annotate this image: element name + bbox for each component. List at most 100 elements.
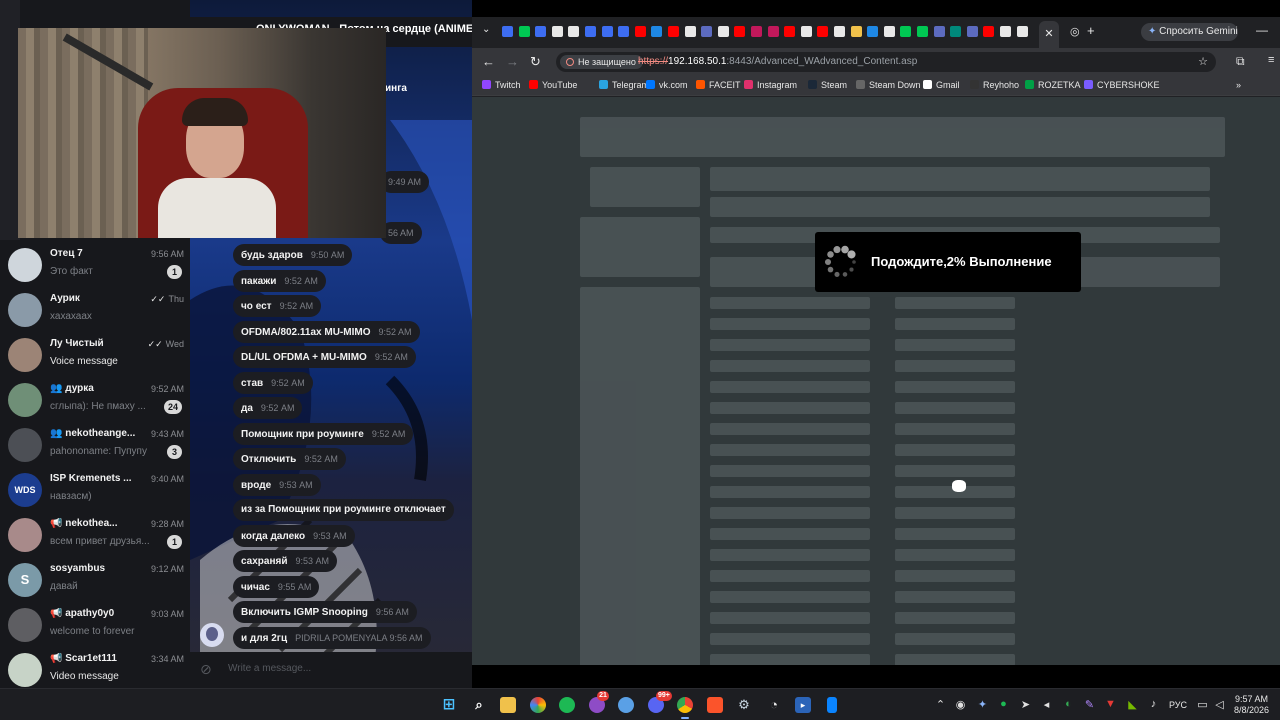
bookmark-item[interactable]: ROZETKA [1025,80,1081,90]
chat-list-item[interactable]: Лу Чистый ✓✓ Wed Voice message [0,333,190,378]
tab-favicon-icon[interactable] [800,26,812,37]
message-bubble[interactable]: чо ест 9:52 AM [233,295,322,317]
language-indicator[interactable]: РУС [1169,700,1187,710]
tray-spotify-icon[interactable]: ● [997,698,1010,710]
bookmark-item[interactable]: vk.com [646,80,688,90]
tab-favicon-icon[interactable] [1016,26,1028,37]
chat-list-item[interactable]: 📢 Scar1et111 3:34 AM Video message [0,648,190,688]
bookmark-item[interactable]: Steam [808,80,847,90]
new-tab-icon[interactable]: + [1087,23,1095,38]
tab-favicon-icon[interactable] [983,26,995,37]
tray-app-icon[interactable]: ◉ [954,698,967,711]
device-icon[interactable] [827,697,837,713]
tab-favicon-icon[interactable] [883,26,895,37]
start-icon[interactable]: ⊞ [441,697,457,713]
tray-pen-icon[interactable]: ✎ [1083,698,1096,711]
terminal-icon[interactable]: ▸ [795,697,811,713]
tab-favicon-icon[interactable] [767,26,779,37]
tab-favicon-icon[interactable] [933,26,945,37]
file-explorer-icon[interactable] [500,697,516,713]
close-tab-icon[interactable]: ✕ [1044,28,1053,40]
back-icon[interactable]: ← [482,54,495,69]
tab-favicon[interactable]: ◎ [1070,25,1080,38]
minimize-icon[interactable]: — [1256,23,1268,37]
message-bubble[interactable]: будь здаров 9:50 AM [233,244,353,266]
tray-nvidia-icon[interactable]: ◣ [1126,698,1139,711]
tray-mic-icon[interactable]: ♪ [1147,698,1160,710]
message-bubble[interactable]: сахраняй 9:53 AM [233,550,338,572]
message-input[interactable]: Write a message... [228,663,311,674]
chat-list-item[interactable]: Отец 7 9:56 AM Это факт 1 [0,243,190,288]
tab-favicon-icon[interactable] [834,26,845,37]
menu-icon[interactable]: ≡ [1268,54,1274,66]
chat-list-item[interactable]: 👥 дурка 9:52 AM сглыпа): Не пмаху ... 24 [0,378,190,423]
not-secure-chip[interactable]: Не защищено [560,55,643,69]
forward-icon[interactable]: → [506,54,519,69]
discord-icon[interactable]: 99+ [648,691,672,713]
tray-overflow-icon[interactable]: ⌃ [934,698,947,711]
sender-avatar[interactable] [200,623,224,647]
message-bubble[interactable]: когда далеко 9:53 AM [233,524,355,547]
brave-icon[interactable] [707,697,723,713]
tab-favicon-icon[interactable] [917,26,928,37]
tab-favicon-icon[interactable] [601,26,613,37]
tab-favicon-icon[interactable] [634,26,646,37]
ask-gemini-button[interactable]: ✦ Спросить Gemini [1141,23,1238,41]
chat-list-item[interactable]: Ssosyambus 9:12 AM давай [0,558,190,603]
tab-favicon-icon[interactable] [1000,26,1011,37]
bookmark-item[interactable]: FACEIT [696,80,741,90]
telegram-taskbar-icon[interactable] [618,697,634,713]
tab-favicon-icon[interactable] [966,26,978,37]
volume-icon[interactable]: ◁ [1213,698,1226,711]
tray-gemini-icon[interactable]: ✦ [976,698,989,711]
address-bar[interactable]: Не защищено https://192.168.50.1:8443/Ad… [556,52,1216,72]
tab-favicon-icon[interactable] [950,26,962,37]
tray-send-icon[interactable]: ◂ [1040,698,1053,711]
network-icon[interactable]: ▭ [1196,698,1209,711]
message-bubble[interactable]: Включить IGMP Snooping 9:56 AM [233,601,417,623]
tab-favicon-icon[interactable] [701,26,713,37]
tab-favicon-icon[interactable] [734,26,746,37]
tab-favicon-icon[interactable] [717,26,729,37]
tray-shield-icon[interactable]: ▼ [1104,698,1117,710]
chrome-icon[interactable] [677,697,693,719]
tab-favicon-icon[interactable] [784,26,796,37]
tab-favicon-icon[interactable] [551,26,563,37]
chat-list-item[interactable]: WDS ISP Kremenets ... 9:40 AM навзасм) [0,468,190,513]
message-bubble[interactable]: DL/UL OFDMA + MU-MIMO 9:52 AM [233,346,416,368]
tab-favicon-icon[interactable] [585,26,596,37]
chat-list-item[interactable]: Аурик ✓✓ Thu хахахаах [0,288,190,333]
bookmark-item[interactable]: Telegram [599,80,649,90]
active-tab[interactable]: ✕ [1039,21,1059,48]
bookmark-item[interactable]: Steam Down [856,80,921,90]
tab-favicon-icon[interactable] [651,26,663,37]
tab-favicon-icon[interactable] [684,26,696,37]
color-app-icon[interactable] [530,697,546,713]
message-bubble[interactable]: Помощник при роуминге 9:52 AM [233,422,414,445]
tab-favicon-icon[interactable] [518,26,530,37]
message-bubble[interactable]: и для 2гц PIDRILA POMENYALA 9:56 AM [233,626,431,649]
tab-favicon-icon[interactable] [817,26,829,37]
tray-icon[interactable]: ◐ [1062,698,1075,710]
search-icon[interactable]: ⌕ [471,697,487,713]
tab-search-icon[interactable]: ⌄ [482,24,490,35]
bookmarks-overflow-icon[interactable]: » [1236,80,1241,90]
app-icon[interactable]: 21 [589,691,609,713]
message-bubble[interactable]: из за Помощник при роуминге отключает [233,499,454,521]
tab-favicon-icon[interactable] [535,26,547,37]
bookmark-item[interactable]: Reyhoho [970,80,1019,90]
url-text[interactable]: https://192.168.50.1:8443/Advanced_WAdva… [638,56,917,67]
tab-favicon-icon[interactable] [900,26,912,37]
bookmark-item[interactable]: Instagram [744,80,797,90]
tab-favicon-icon[interactable] [850,26,862,37]
message-bubble[interactable]: пакажи 9:52 AM [233,269,326,292]
tab-favicon-icon[interactable] [668,26,679,37]
tab-favicon-icon[interactable] [867,26,879,37]
tray-telegram-icon[interactable]: ➤ [1019,698,1032,711]
bookmark-star-icon[interactable]: ☆ [1198,55,1208,68]
bookmark-item[interactable]: Twitch [482,80,521,90]
bookmark-item[interactable]: CYBERSHOKE [1084,80,1160,90]
message-bubble[interactable]: чичас 9:55 AM [233,575,320,598]
bookmark-item[interactable]: Gmail [923,80,960,90]
message-bubble[interactable]: вроде 9:53 AM [233,473,321,496]
